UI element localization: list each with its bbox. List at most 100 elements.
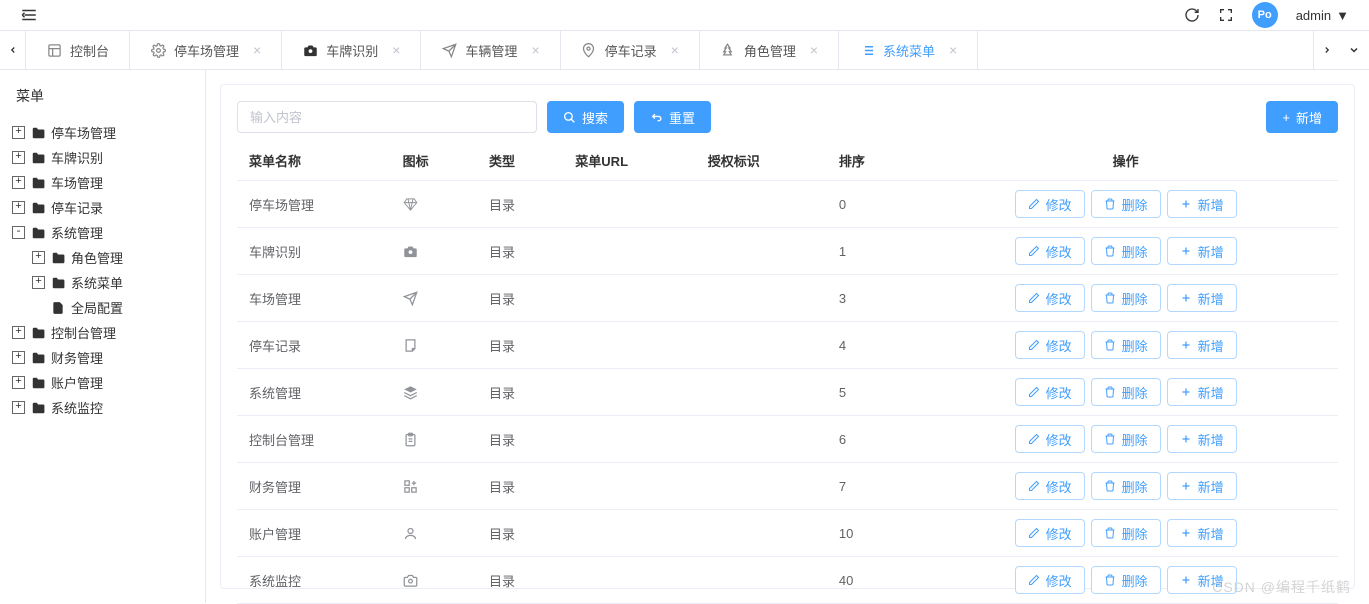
camera-solid-icon bbox=[302, 43, 318, 58]
tree-node[interactable]: +控制台管理 bbox=[12, 320, 193, 345]
expand-icon[interactable]: + bbox=[32, 276, 45, 289]
tree-node[interactable]: +停车记录 bbox=[12, 195, 193, 220]
delete-button[interactable]: 删除 bbox=[1091, 190, 1161, 218]
reset-button[interactable]: 重置 bbox=[634, 101, 711, 133]
tree-node[interactable]: +账户管理 bbox=[12, 370, 193, 395]
delete-button[interactable]: 删除 bbox=[1091, 237, 1161, 265]
cell-url bbox=[563, 369, 695, 416]
delete-button[interactable]: 删除 bbox=[1091, 566, 1161, 594]
tab[interactable]: 车辆管理× bbox=[421, 31, 560, 69]
search-button[interactable]: 搜索 bbox=[547, 101, 624, 133]
pencil-icon bbox=[1028, 433, 1040, 445]
row-add-button[interactable]: 新增 bbox=[1167, 331, 1237, 359]
tree-node[interactable]: +系统菜单 bbox=[32, 270, 193, 295]
tab[interactable]: 控制台 bbox=[26, 31, 130, 69]
tab-scroll-right-icon[interactable] bbox=[1313, 31, 1339, 69]
tree-node[interactable]: 全局配置 bbox=[32, 295, 193, 320]
clipboard-icon bbox=[403, 432, 465, 447]
close-icon[interactable]: × bbox=[531, 42, 539, 58]
cell-auth bbox=[696, 557, 827, 604]
tree-leaf-icon bbox=[32, 301, 45, 314]
refresh-icon[interactable] bbox=[1184, 7, 1200, 23]
tree-node[interactable]: -系统管理 bbox=[12, 220, 193, 245]
collapse-icon[interactable]: - bbox=[12, 226, 25, 239]
expand-icon[interactable]: + bbox=[12, 201, 25, 214]
expand-icon[interactable]: + bbox=[32, 251, 45, 264]
row-add-button[interactable]: 新增 bbox=[1167, 519, 1237, 547]
delete-button[interactable]: 删除 bbox=[1091, 331, 1161, 359]
tree-node[interactable]: +系统监控 bbox=[12, 395, 193, 420]
tabs-bar: 控制台停车场管理×车牌识别×车辆管理×停车记录×角色管理×系统菜单× bbox=[0, 30, 1369, 70]
delete-button[interactable]: 删除 bbox=[1091, 284, 1161, 312]
edit-button[interactable]: 修改 bbox=[1015, 284, 1085, 312]
delete-button[interactable]: 删除 bbox=[1091, 378, 1161, 406]
cell-auth bbox=[696, 228, 827, 275]
close-icon[interactable]: × bbox=[392, 42, 400, 58]
tab[interactable]: 系统菜单× bbox=[839, 31, 978, 69]
card: 搜索 重置 + 新增 菜单名称图标类型菜单URL授权标识排序操作 停车场管理目录… bbox=[220, 84, 1355, 589]
delete-button[interactable]: 删除 bbox=[1091, 472, 1161, 500]
row-add-button[interactable]: 新增 bbox=[1167, 378, 1237, 406]
tree-node[interactable]: +停车场管理 bbox=[12, 120, 193, 145]
tab[interactable]: 车牌识别× bbox=[282, 31, 421, 69]
tab[interactable]: 停车记录× bbox=[561, 31, 700, 69]
edit-button[interactable]: 修改 bbox=[1015, 237, 1085, 265]
expand-icon[interactable]: + bbox=[12, 376, 25, 389]
user-menu[interactable]: admin ▼ bbox=[1296, 8, 1349, 23]
tab-scroll-left-icon[interactable] bbox=[0, 31, 26, 69]
edit-button[interactable]: 修改 bbox=[1015, 472, 1085, 500]
tree-node[interactable]: + 财务管理 bbox=[12, 345, 193, 370]
row-add-button[interactable]: 新增 bbox=[1167, 425, 1237, 453]
row-add-button[interactable]: 新增 bbox=[1167, 284, 1237, 312]
expand-icon[interactable]: + bbox=[12, 176, 25, 189]
edit-button[interactable]: 修改 bbox=[1015, 566, 1085, 594]
avatar[interactable]: Po bbox=[1252, 2, 1278, 28]
tab[interactable]: 角色管理× bbox=[700, 31, 839, 69]
plus-icon bbox=[1180, 433, 1192, 445]
edit-button[interactable]: 修改 bbox=[1015, 331, 1085, 359]
tree-node[interactable]: +车场管理 bbox=[12, 170, 193, 195]
close-icon[interactable]: × bbox=[949, 42, 957, 58]
delete-button[interactable]: 删除 bbox=[1091, 425, 1161, 453]
row-add-button[interactable]: 新增 bbox=[1167, 190, 1237, 218]
edit-button[interactable]: 修改 bbox=[1015, 190, 1085, 218]
close-icon[interactable]: × bbox=[253, 42, 261, 58]
tab-menu-icon[interactable] bbox=[1339, 31, 1369, 69]
tree-node[interactable]: +车牌识别 bbox=[12, 145, 193, 170]
expand-icon[interactable]: + bbox=[12, 401, 25, 414]
cell-icon bbox=[391, 181, 477, 228]
fullscreen-icon[interactable] bbox=[1218, 7, 1234, 23]
row-add-button[interactable]: 新增 bbox=[1167, 237, 1237, 265]
expand-icon[interactable]: + bbox=[12, 326, 25, 339]
tree-label: 财务管理 bbox=[51, 348, 103, 367]
search-input-wrapper bbox=[237, 101, 537, 133]
tab[interactable]: 停车场管理× bbox=[130, 31, 282, 69]
trash-icon bbox=[1104, 198, 1116, 210]
delete-button[interactable]: 删除 bbox=[1091, 519, 1161, 547]
trash-icon bbox=[1104, 386, 1116, 398]
pencil-icon bbox=[1028, 245, 1040, 257]
edit-button[interactable]: 修改 bbox=[1015, 378, 1085, 406]
data-table: 菜单名称图标类型菜单URL授权标识排序操作 停车场管理目录0修改删除新增车牌识别… bbox=[237, 141, 1338, 604]
search-input[interactable] bbox=[237, 101, 537, 133]
add-button[interactable]: + 新增 bbox=[1266, 101, 1338, 133]
expand-icon[interactable]: + bbox=[12, 351, 25, 364]
close-icon[interactable]: × bbox=[810, 42, 818, 58]
edit-button[interactable]: 修改 bbox=[1015, 519, 1085, 547]
expand-icon[interactable]: + bbox=[12, 126, 25, 139]
apps-icon bbox=[403, 479, 465, 494]
row-add-button[interactable]: 新增 bbox=[1167, 472, 1237, 500]
reset-label: 重置 bbox=[669, 108, 695, 127]
column-header: 类型 bbox=[477, 141, 563, 181]
row-add-button[interactable]: 新增 bbox=[1167, 566, 1237, 594]
stack-icon bbox=[403, 385, 465, 400]
tree-node[interactable]: +角色管理 bbox=[32, 245, 193, 270]
folder-icon bbox=[51, 276, 65, 290]
menu-collapse-icon[interactable] bbox=[20, 6, 38, 24]
expand-icon[interactable]: + bbox=[12, 151, 25, 164]
cell-sort: 6 bbox=[827, 416, 913, 463]
edit-button[interactable]: 修改 bbox=[1015, 425, 1085, 453]
cell-type: 目录 bbox=[477, 322, 563, 369]
close-icon[interactable]: × bbox=[671, 42, 679, 58]
cell-name: 车牌识别 bbox=[237, 228, 391, 275]
